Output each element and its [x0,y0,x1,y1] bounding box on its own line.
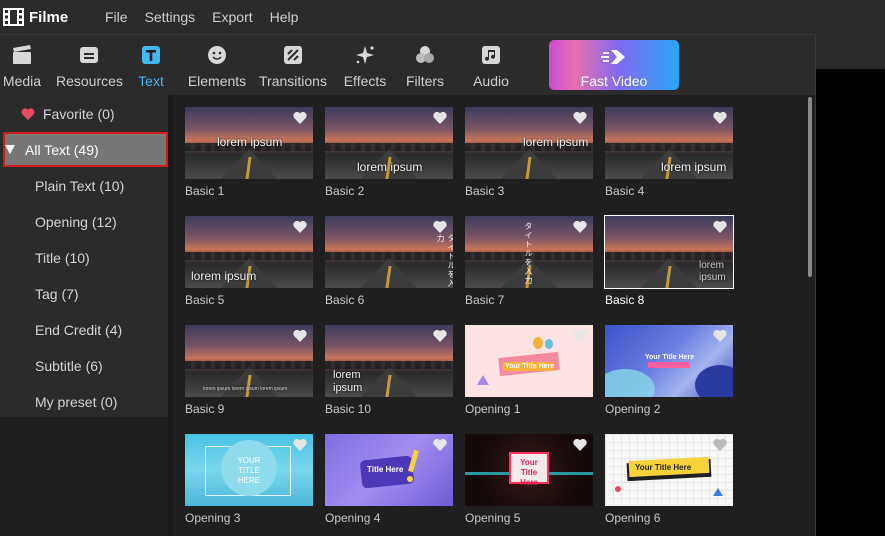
template-thumbnail[interactable]: タイトルを入力 [465,216,593,288]
template-thumbnail[interactable]: lorem ipsum [604,215,734,289]
menu-bar: Filme File Settings Export Help [0,0,885,34]
preview-panel [815,69,885,536]
template-thumbnail[interactable]: YOUR TITLE HERE [185,434,313,506]
favorite-heart-icon[interactable] [573,329,587,342]
template-thumbnail[interactable]: lorem ipsum [465,107,593,179]
template-thumbnail[interactable]: lorem ipsum [185,107,313,179]
sidebar-item-tag[interactable]: Tag (7) [0,276,168,312]
filter-circles-icon [416,46,434,63]
heart-icon [21,108,35,120]
tab-filters[interactable]: Filters [404,35,446,95]
favorite-heart-icon[interactable] [433,438,447,451]
sparkle-icon [356,46,374,64]
sidebar-item-my-preset[interactable]: My preset (0) [0,384,168,420]
preview-header [815,34,885,69]
fast-video-button[interactable]: Fast Video [549,40,679,90]
favorite-heart-icon[interactable] [293,220,307,233]
menu-help[interactable]: Help [270,9,299,25]
music-note-icon [482,46,500,64]
tab-elements[interactable]: Elements [186,35,248,95]
text-category-sidebar: Favorite (0) All Text (49) Plain Text (1… [0,95,168,417]
sidebar-item-all-text[interactable]: All Text (49) [3,132,168,167]
favorite-heart-icon[interactable] [573,438,587,451]
favorite-heart-icon[interactable] [433,111,447,124]
template-thumbnail[interactable]: Your Title Here [605,325,733,397]
template-thumbnail[interactable]: タイトルを入力 [325,216,453,288]
sidebar-item-opening[interactable]: Opening (12) [0,204,168,240]
template-thumbnail[interactable]: lorem ipsum [325,325,453,397]
template-thumbnail[interactable]: lorem ipsum [185,216,313,288]
sidebar-item-label: Favorite (0) [43,106,115,122]
template-thumbnail[interactable]: Title Here [325,434,453,506]
favorite-heart-icon[interactable] [573,220,587,233]
template-thumbnail[interactable]: lorem ipsum lorem ipsum lorem ipsum [185,325,313,397]
tab-audio[interactable]: Audio [470,35,512,95]
tab-transitions[interactable]: Transitions [258,35,328,95]
text-t-icon [142,46,160,64]
favorite-heart-icon[interactable] [713,329,727,342]
sticker-face-icon [208,46,226,64]
grid-scrollbar[interactable] [807,95,815,536]
template-thumbnail[interactable]: Your Title Here [605,434,733,506]
favorite-heart-icon[interactable] [293,329,307,342]
tab-text[interactable]: Text [134,35,168,95]
sidebar-item-title[interactable]: Title (10) [0,240,168,276]
transition-icon [284,46,302,64]
sidebar-item-subtitle[interactable]: Subtitle (6) [0,348,168,384]
sidebar-item-plain-text[interactable]: Plain Text (10) [0,168,168,204]
favorite-heart-icon[interactable] [713,438,727,451]
menu-file[interactable]: File [105,9,128,25]
template-thumbnail[interactable]: lorem ipsum [605,107,733,179]
category-toolbar: Media Resources Text Elements Transition… [0,34,815,95]
favorite-heart-icon[interactable] [293,438,307,451]
folder-icon [80,47,98,63]
scrollbar-thumb[interactable] [808,97,812,277]
clapperboard-icon [13,45,31,64]
caret-down-icon [5,145,15,154]
favorite-heart-icon[interactable] [713,220,727,233]
sidebar-item-favorite[interactable]: Favorite (0) [0,96,168,132]
fast-forward-arrow-icon [601,50,625,64]
app-logo: Filme [3,8,105,26]
menu-settings[interactable]: Settings [145,9,196,25]
text-template-grid: lorem ipsum Basic 1 lorem ipsum Basic 2 … [173,95,805,536]
template-thumbnail[interactable]: lorem ipsum [325,107,453,179]
sidebar-empty-area [0,417,168,536]
sidebar-item-end-credit[interactable]: End Credit (4) [0,312,168,348]
favorite-heart-icon[interactable] [573,111,587,124]
app-name: Filme [29,8,69,26]
favorite-heart-icon[interactable] [433,220,447,233]
filmstrip-logo-icon [3,8,24,26]
template-thumbnail[interactable]: Your Title Here [465,325,593,397]
menu-export[interactable]: Export [212,9,252,25]
tab-effects[interactable]: Effects [342,35,388,95]
favorite-heart-icon[interactable] [713,111,727,124]
tab-resources[interactable]: Resources [56,35,123,95]
template-thumbnail[interactable]: Your Title Here [465,434,593,506]
favorite-heart-icon[interactable] [433,329,447,342]
tab-media[interactable]: Media [0,35,44,95]
favorite-heart-icon[interactable] [293,111,307,124]
sidebar-item-label: All Text (49) [25,141,99,158]
